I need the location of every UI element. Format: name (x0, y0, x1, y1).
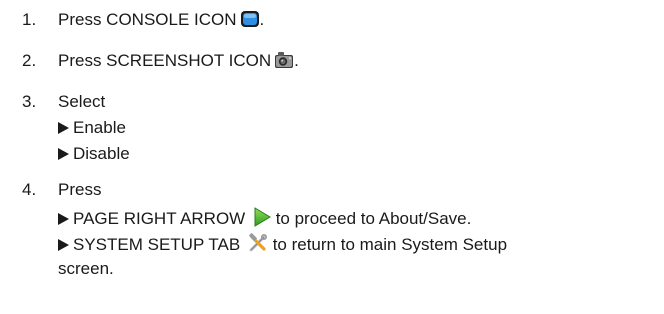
option-system-setup: SYSTEM SETUP TAB to return to main Syste… (58, 233, 507, 258)
step-number: 3. (22, 92, 37, 111)
instruction-document: 1. Press CONSOLE ICON . 2. Press SCREENSHO… (0, 0, 664, 314)
bullet-triangle-icon (58, 213, 69, 225)
step-number: 2. (22, 51, 37, 70)
step-text: Select (58, 92, 106, 111)
continuation-text: screen. (58, 259, 114, 278)
option-after-text: to proceed to About/Save. (275, 209, 472, 228)
bullet-triangle-icon (58, 148, 69, 160)
option-enable: Enable (58, 118, 126, 138)
bullet-triangle-icon (58, 122, 69, 134)
option-label: Enable (73, 118, 126, 137)
console-icon (240, 10, 260, 33)
step-1: 1. Press CONSOLE ICON . (22, 10, 264, 33)
option-disable: Disable (58, 144, 130, 164)
step-3: 3. Select (22, 92, 105, 112)
option-label: PAGE RIGHT ARROW (73, 209, 246, 228)
bullet-triangle-icon (58, 239, 69, 251)
camera-icon (274, 51, 294, 74)
option-after-text: to return to main System Setup (272, 235, 508, 254)
step-text: Press SCREENSHOT ICON (58, 51, 272, 70)
step-4: 4. Press (22, 180, 101, 200)
step-suffix: . (294, 51, 299, 70)
step-number: 1. (22, 10, 37, 29)
option-label: SYSTEM SETUP TAB (73, 235, 241, 254)
option-continuation: screen. (58, 259, 114, 279)
step-text: Press (58, 180, 102, 199)
page-right-arrow-icon (253, 207, 271, 232)
option-page-right: PAGE RIGHT ARROW to proceed to About/Sav… (58, 207, 471, 232)
step-2: 2. Press SCREENSHOT ICON . (22, 51, 299, 74)
option-label: Disable (73, 144, 130, 163)
step-suffix: . (259, 10, 265, 29)
step-number: 4. (22, 180, 37, 199)
step-text: Press CONSOLE ICON (58, 10, 237, 29)
system-setup-tools-icon (248, 233, 268, 258)
